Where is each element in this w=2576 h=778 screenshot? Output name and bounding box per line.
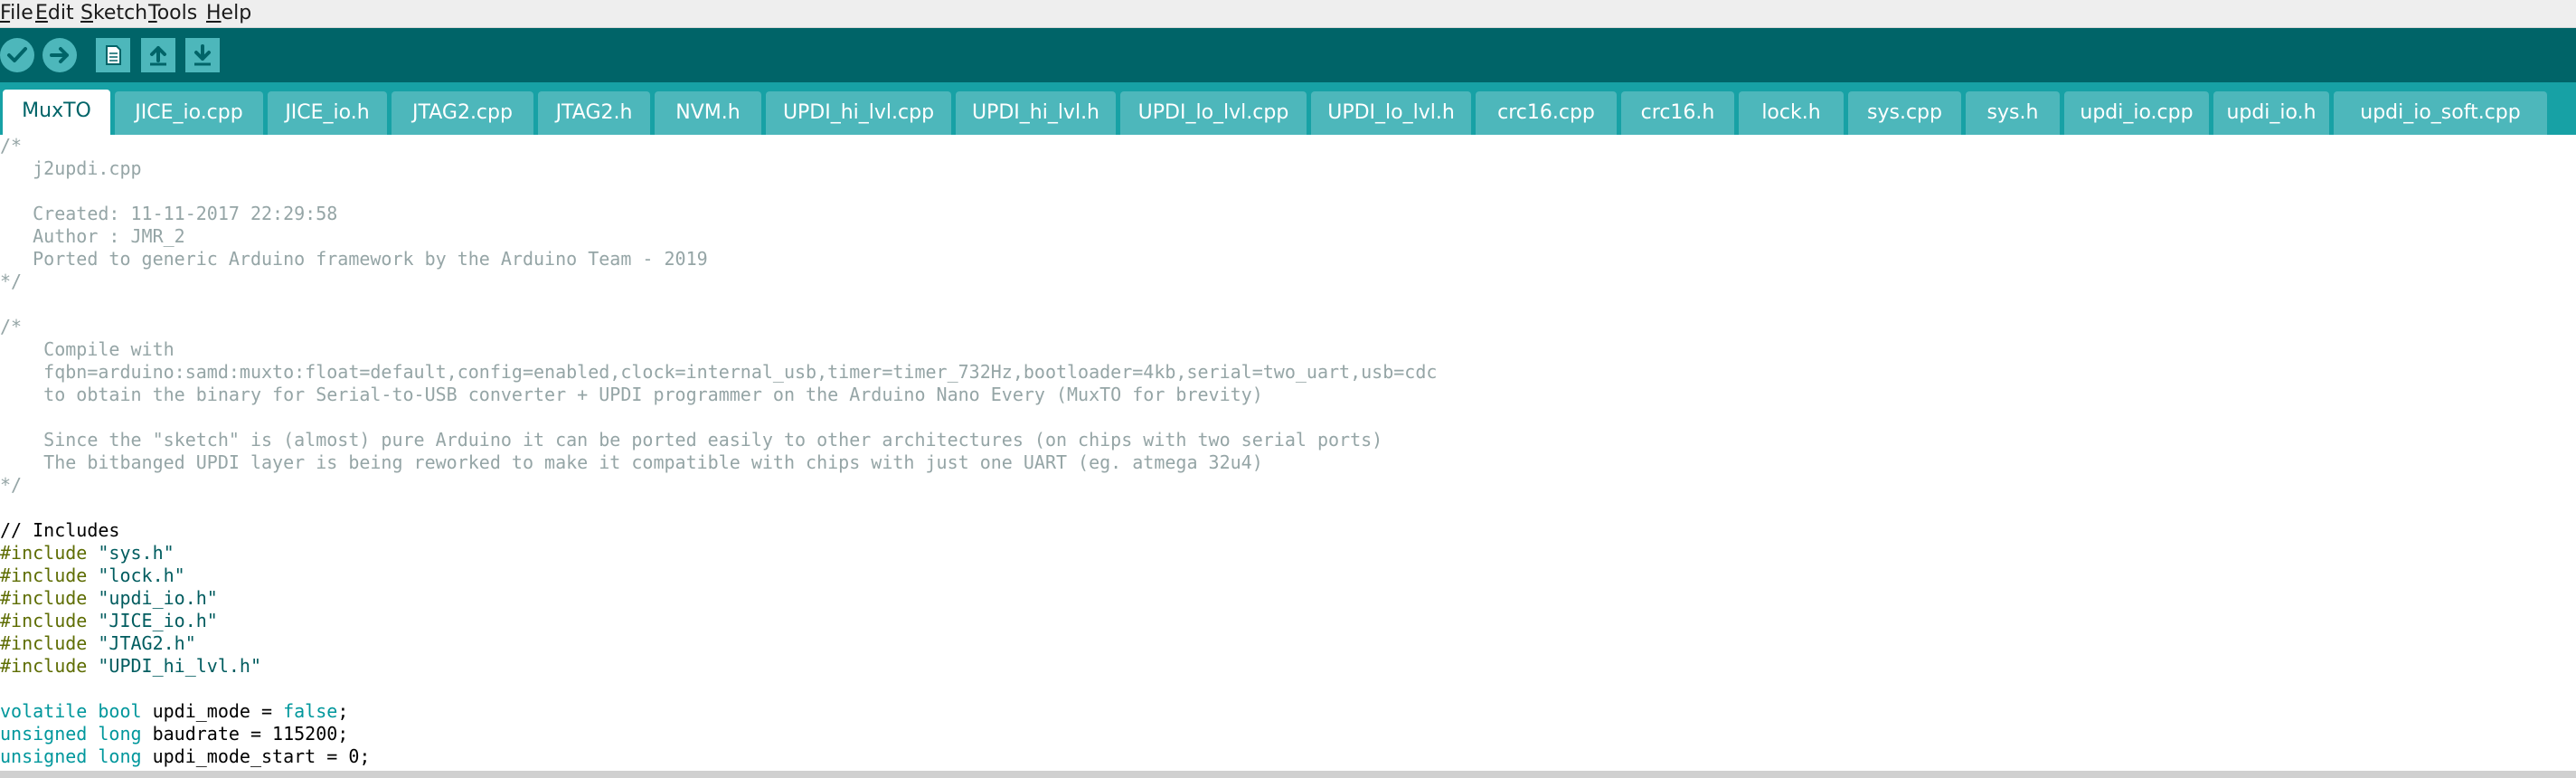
code-editor[interactable]: /* j2updi.cpp Created: 11-11-2017 22:29:… [0,135,2576,771]
keyword-bool: bool [98,700,142,722]
tab-bar: MuxTO JICE_io.cpp JICE_io.h JTAG2.cpp JT… [0,82,2576,135]
code-line-24: #include "UPDI_hi_lvl.h" [0,655,261,678]
keyword-long: long [98,723,142,745]
keyword-long: long [98,745,142,767]
verify-button[interactable] [0,38,34,72]
code-line-15: The bitbanged UPDI layer is being rework… [0,451,1263,473]
menu-file-mnemonic: F [0,2,11,24]
menu-sketch-label: ketch [92,2,148,24]
code-line-9: /* [0,316,23,337]
include-directive: #include [0,587,88,609]
include-directive: #include [0,542,88,564]
keyword-unsigned: unsigned [0,723,88,745]
open-up-arrow-icon [150,46,166,66]
upload-button[interactable] [42,38,77,72]
checkmark-icon [7,47,27,62]
editor-bottom-edge [0,771,2576,778]
keyword-false: false [283,700,338,722]
menu-sketch[interactable]: Sketch [80,2,147,25]
tab-updi-hi-lvl-h[interactable]: UPDI_hi_lvl.h [956,91,1116,135]
statement-end: ; [337,700,349,722]
new-sketch-button[interactable] [96,38,130,72]
tab-muxto[interactable]: MuxTO [3,90,110,135]
tab-crc16-cpp[interactable]: crc16.cpp [1476,91,1617,135]
menu-help[interactable]: Help [206,2,251,25]
include-directive: #include [0,632,88,654]
menu-bar: File Edit Sketch Tools Help [0,0,2576,28]
include-directive: #include [0,610,88,631]
save-down-arrow-icon [194,44,211,66]
include-path: "updi_io.h" [98,587,218,609]
tab-updi-lo-lvl-h[interactable]: UPDI_lo_lvl.h [1311,91,1471,135]
tab-jtag2-h[interactable]: JTAG2.h [538,91,650,135]
menu-help-mnemonic: H [206,2,222,24]
declaration-text: baudrate = 115200; [141,723,349,745]
include-directive: #include [0,655,88,677]
keyword-unsigned: unsigned [0,745,88,767]
tab-jtag2-cpp[interactable]: JTAG2.cpp [392,91,533,135]
tab-updi-lo-lvl-cpp[interactable]: UPDI_lo_lvl.cpp [1120,91,1307,135]
code-line-16: */ [0,474,23,496]
menu-tools-label: ools [156,2,198,24]
code-line-28: unsigned long updi_mode_start = 0; [0,745,370,768]
menu-tools[interactable]: Tools [148,2,197,25]
code-line-7: */ [0,270,23,292]
menu-tools-mnemonic: T [148,2,157,24]
tab-jice-io-h[interactable]: JICE_io.h [268,91,387,135]
tab-updi-io-h[interactable]: updi_io.h [2213,91,2329,135]
include-path: "UPDI_hi_lvl.h" [98,655,261,677]
menu-file[interactable]: File [0,2,33,25]
include-path: "sys.h" [98,542,175,564]
code-line-14: Since the "sketch" is (almost) pure Ardu… [0,429,1383,451]
code-line-26: volatile bool updi_mode = false; [0,700,348,723]
code-line-1: /* [0,135,23,157]
menu-file-label: ile [10,2,33,24]
code-line-27: unsigned long baudrate = 115200; [0,723,348,745]
tab-lock-h[interactable]: lock.h [1739,91,1844,135]
code-line-10: Compile with [0,338,175,360]
new-document-icon [106,45,121,65]
menu-sketch-mnemonic: S [80,2,93,24]
declaration-text: updi_mode = [141,700,284,722]
tab-nvm-h[interactable]: NVM.h [655,91,761,135]
arduino-ide-window: File Edit Sketch Tools Help MuxTO JICE_i… [0,0,2576,778]
include-path: "JICE_io.h" [98,610,218,631]
menu-edit[interactable]: Edit [35,2,74,25]
menu-help-label: elp [221,2,252,24]
toolbar [0,28,2576,82]
code-line-6: Ported to generic Arduino framework by t… [0,248,708,270]
code-line-5: Author : JMR_2 [0,225,185,247]
code-line-11: fqbn=arduino:samd:muxto:float=default,co… [0,361,1438,383]
code-line-20: #include "lock.h" [0,565,185,587]
right-arrow-icon [50,47,69,63]
code-line-21: #include "updi_io.h" [0,587,218,610]
tab-updi-hi-lvl-cpp[interactable]: UPDI_hi_lvl.cpp [766,91,951,135]
tab-updi-io-cpp[interactable]: updi_io.cpp [2064,91,2209,135]
code-line-4: Created: 11-11-2017 22:29:58 [0,203,338,224]
code-line-12: to obtain the binary for Serial-to-USB c… [0,384,1263,405]
code-line-18: // Includes [0,519,120,541]
open-sketch-button[interactable] [141,38,175,72]
tab-jice-io-cpp[interactable]: JICE_io.cpp [115,91,263,135]
menu-edit-mnemonic: E [35,2,48,24]
code-line-2: j2updi.cpp [0,157,142,179]
include-path: "lock.h" [98,565,185,586]
include-directive: #include [0,565,88,586]
keyword-volatile: volatile [0,700,88,722]
tab-updi-io-soft-cpp[interactable]: updi_io_soft.cpp [2334,91,2547,135]
tab-crc16-h[interactable]: crc16.h [1621,91,1734,135]
include-path: "JTAG2.h" [98,632,196,654]
declaration-text: updi_mode_start = 0; [141,745,371,767]
tab-sys-cpp[interactable]: sys.cpp [1848,91,1961,135]
tab-sys-h[interactable]: sys.h [1966,91,2060,135]
code-line-19: #include "sys.h" [0,542,175,565]
code-line-22: #include "JICE_io.h" [0,610,218,632]
save-sketch-button[interactable] [185,38,220,72]
menu-edit-label: dit [47,2,74,24]
code-line-23: #include "JTAG2.h" [0,632,196,655]
